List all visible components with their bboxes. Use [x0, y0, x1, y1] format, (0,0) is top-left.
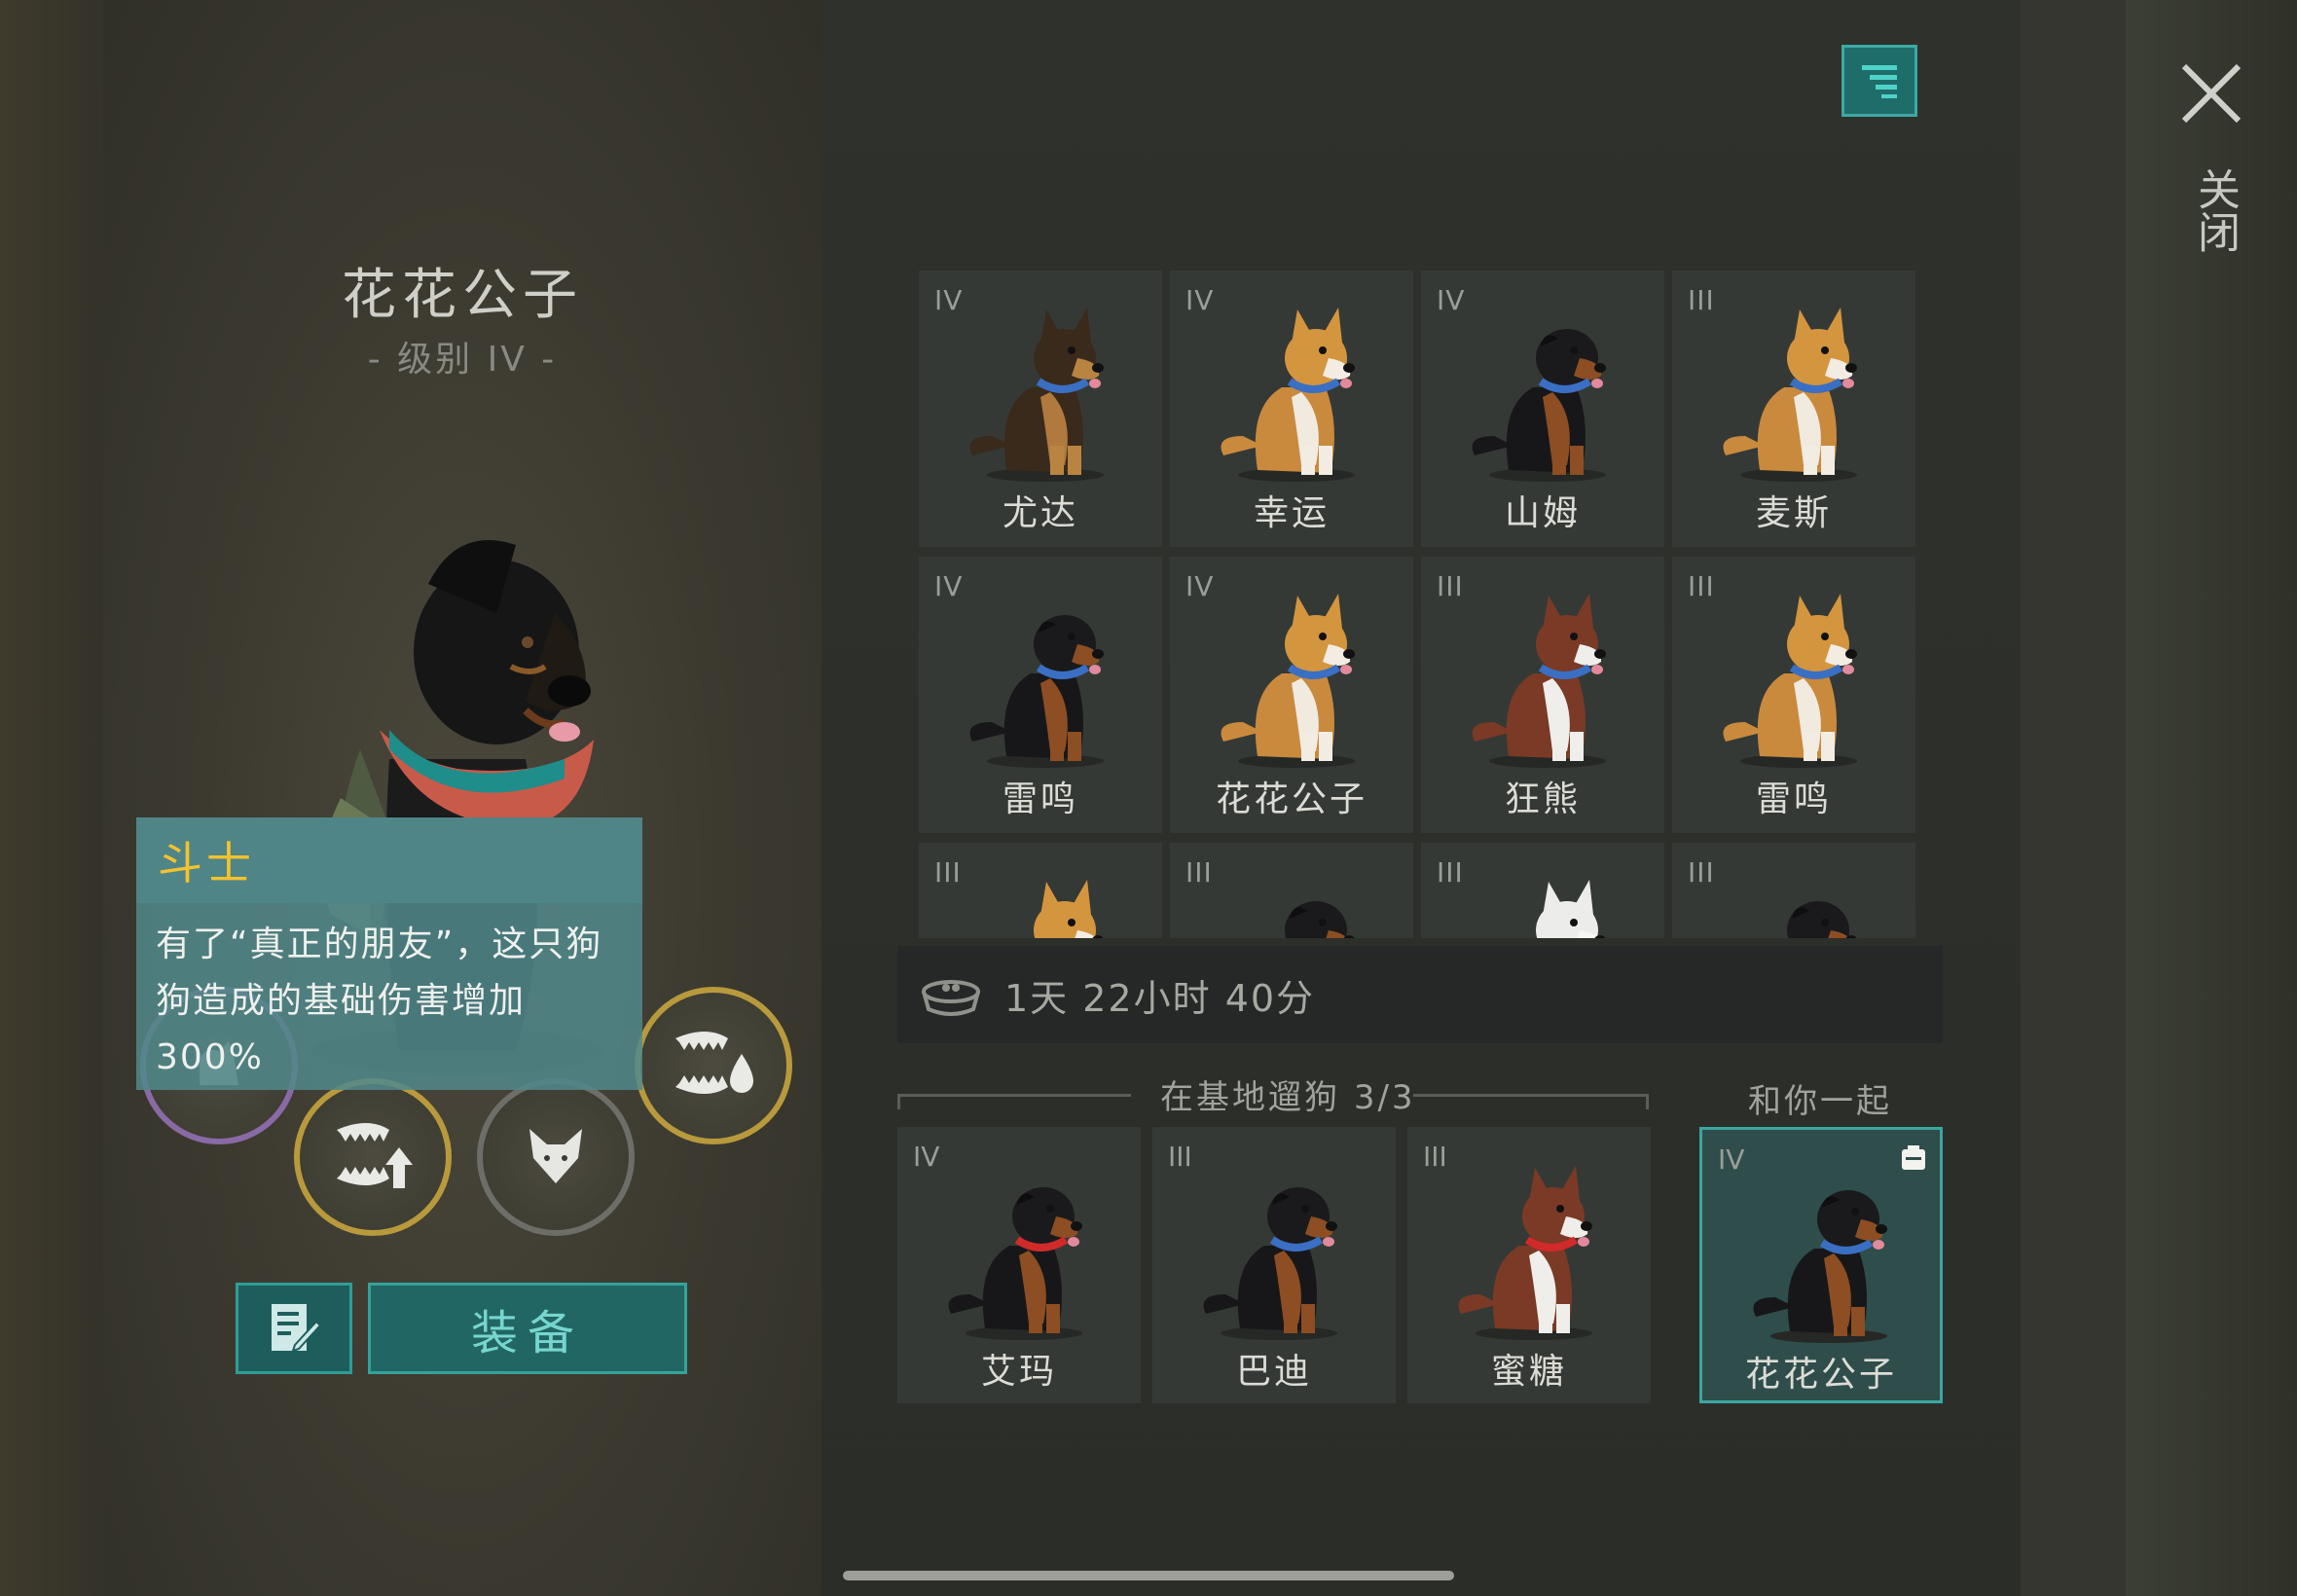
dog-name: 巴迪 [1235, 1352, 1312, 1392]
dog-name: 艾玛 [980, 1352, 1057, 1392]
corgi-dog-icon [1221, 308, 1355, 482]
dog-card[interactable]: IV 雷鸣 [919, 557, 1162, 833]
dog-card[interactable]: III 雷鸣 [1672, 557, 1915, 833]
base-dog-card[interactable]: IV 艾玛 [897, 1127, 1141, 1403]
feeding-timer-text: 1天 22小时 40分 [1004, 976, 1316, 1020]
dog-card[interactable]: IV 山姆 [1421, 271, 1664, 547]
dog-name: 麦斯 [1755, 493, 1832, 533]
fang-up-skill[interactable] [294, 1078, 452, 1236]
rottweiler-dog-icon [1753, 1190, 1887, 1343]
background-right-strip [2021, 0, 2126, 1596]
close-icon[interactable] [2176, 58, 2246, 128]
dog-name: 蜜糖 [1490, 1352, 1567, 1392]
fang-drop-icon [675, 1032, 753, 1094]
dog-name: 雷鸣 [1755, 780, 1832, 819]
dog-name: 山姆 [1504, 493, 1581, 533]
corgi-dog-icon [1723, 308, 1857, 482]
dog-card[interactable]: III 麦斯 [1672, 271, 1915, 547]
background-left-edge [0, 0, 103, 1596]
shepherd-dog-icon [969, 308, 1104, 482]
with-you-label: 和你一起 [1748, 1082, 1892, 1121]
rottweiler-dog-icon [969, 615, 1104, 768]
wolf-head-skill[interactable] [477, 1078, 635, 1236]
wolf-head-icon [529, 1129, 582, 1183]
sort-icon [1862, 65, 1897, 98]
dog-name: 狂熊 [1504, 780, 1581, 819]
trait-desc-line-2: 狗造成的基础伤害增加 [156, 981, 527, 1021]
rottweiler-dog-icon [1472, 329, 1606, 482]
fang-drop-skill[interactable] [635, 987, 792, 1144]
rottweiler-dog-icon [1285, 901, 1355, 938]
divider [1413, 1094, 1649, 1097]
food-bowl-icon [922, 980, 980, 1016]
backpack-badge-icon [1902, 1145, 1925, 1170]
rottweiler-dog-icon [1787, 901, 1857, 938]
trait-desc-line-1: 有了“真正的朋友”，这只狗 [156, 925, 603, 964]
dog-card[interactable]: III [1421, 843, 1664, 938]
dog-name: 雷鸣 [1002, 780, 1078, 819]
feeding-timer-bar: 1天 22小时 40分 [897, 946, 1943, 1043]
base-walk-label: 在基地遛狗 3/3 [1160, 1078, 1416, 1117]
home-indicator[interactable] [843, 1571, 1454, 1580]
trait-tooltip: 斗士 有了“真正的朋友”，这只狗 狗造成的基础伤害增加 300% [136, 817, 642, 1090]
trait-title: 斗士 [136, 817, 642, 903]
with-you-dog-card[interactable]: IV 花花公子 [1699, 1127, 1943, 1403]
base-dog-card[interactable]: III 蜜糖 [1407, 1127, 1651, 1403]
dog-name: 花花公子 [1744, 1355, 1897, 1395]
corgi-dog-icon [1221, 594, 1355, 768]
dog-card[interactable]: III 狂熊 [1421, 557, 1664, 833]
sort-filter-button[interactable] [1841, 45, 1917, 117]
dog-card[interactable]: III [919, 843, 1162, 938]
base-walk-count: 3/3 [1353, 1078, 1416, 1117]
trait-desc-line-3: 300% [156, 1037, 264, 1077]
white-dog-icon [1536, 880, 1606, 938]
equip-button[interactable]: 装备 [368, 1283, 687, 1374]
corgi-dog-icon [1034, 880, 1104, 938]
base-walk-section-header: 在基地遛狗 3/3 [897, 1070, 1649, 1117]
corgi-dog-icon [1723, 594, 1857, 768]
dog-card[interactable]: III [1672, 843, 1915, 938]
divider-cap-right [1646, 1094, 1649, 1109]
fang-up-icon [337, 1123, 413, 1188]
rename-button[interactable] [236, 1283, 352, 1374]
dog-card[interactable]: IV 花花公子 [1170, 557, 1413, 833]
dog-name: 花花公子 [1215, 780, 1367, 819]
selected-dog-name: 花花公子 [342, 264, 583, 327]
selected-dog-level: - 级别 IV - [367, 340, 558, 380]
dog-card[interactable]: IV 幸运 [1170, 271, 1413, 547]
dog-card[interactable]: IV 尤达 [919, 271, 1162, 547]
rottweiler-dog-icon [948, 1187, 1082, 1340]
rottweiler-dog-icon [1203, 1187, 1337, 1340]
dog-card[interactable]: III [1170, 843, 1413, 938]
divider [897, 1094, 1131, 1097]
trait-description: 有了“真正的朋友”，这只狗 狗造成的基础伤害增加 300% [136, 903, 642, 1086]
close-label[interactable]: 关闭 [2184, 167, 2240, 253]
dog-grid[interactable]: IV 尤达 IV 幸运 IV 山姆 III 麦斯 IV 雷鸣 IV 花花公子 III 狂熊 III 雷鸣 III… [919, 271, 1921, 938]
husky-dog-icon [1472, 594, 1606, 768]
dog-name: 幸运 [1253, 493, 1330, 533]
dog-name: 尤达 [1002, 493, 1078, 533]
base-dog-card[interactable]: III 巴迪 [1152, 1127, 1396, 1403]
divider-cap-left [897, 1094, 900, 1109]
husky-dog-icon [1458, 1166, 1592, 1340]
edit-note-icon [272, 1304, 322, 1353]
